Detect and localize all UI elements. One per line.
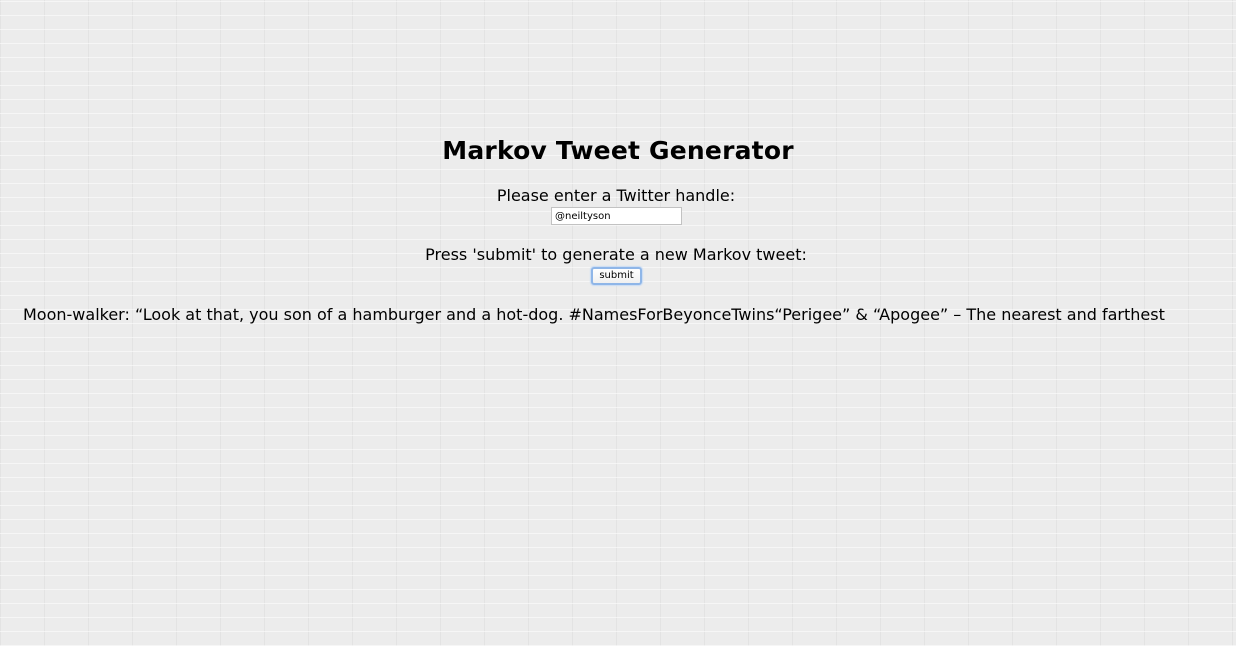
generated-tweet-text: Moon-walker: “Look at that, you son of a…: [23, 305, 1165, 324]
page-container: Markov Tweet Generator Please enter a Tw…: [0, 0, 1236, 646]
twitter-handle-input[interactable]: [551, 207, 682, 225]
submit-prompt-label: Press 'submit' to generate a new Markov …: [425, 245, 807, 264]
handle-prompt-label: Please enter a Twitter handle:: [496, 186, 736, 205]
submit-button[interactable]: submit: [591, 267, 642, 285]
page-title: Markov Tweet Generator: [442, 136, 794, 165]
